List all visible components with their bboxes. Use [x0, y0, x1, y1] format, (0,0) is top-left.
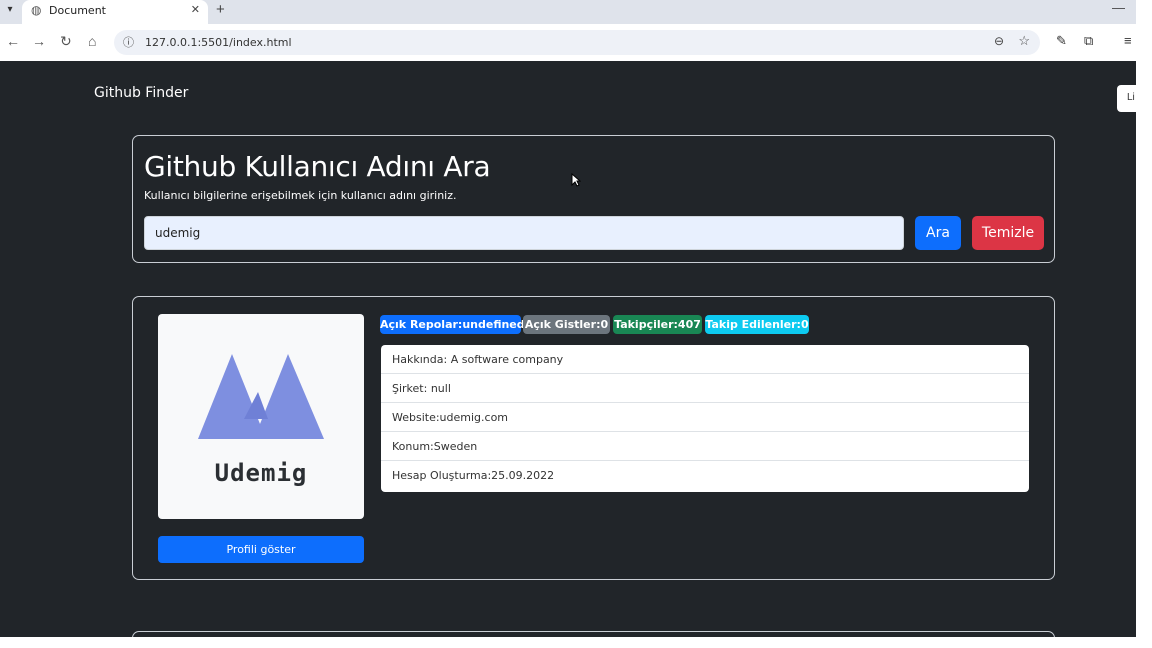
reload-icon[interactable]: ↻	[60, 33, 72, 50]
udemig-logo-icon: Udemig	[198, 354, 324, 487]
site-info-icon[interactable]: ⓘ	[123, 34, 134, 50]
profile-info-list: Hakkında: A software company Şirket: nul…	[381, 345, 1029, 492]
side-pill[interactable]: Li	[1117, 85, 1136, 112]
tab-search-chevron-icon[interactable]: ▾	[2, 2, 18, 18]
reading-list-icon[interactable]: ≡	[1124, 33, 1132, 48]
url-text: 127.0.0.1:5501/index.html	[145, 36, 292, 49]
search-card: Github Kullanıcı Adını Ara Kullanıcı bil…	[132, 135, 1055, 263]
forward-icon[interactable]: →	[32, 33, 46, 49]
screen: ▾ ◍ Document ✕ + — ← → ↻ ⌂ ⓘ 127.0.0.1:5…	[0, 0, 1152, 648]
bookmark-star-icon[interactable]: ☆	[1018, 33, 1030, 49]
gists-badge: Açık Gistler:0	[523, 315, 610, 334]
info-location: Konum:Sweden	[381, 432, 1029, 461]
minimize-icon[interactable]: —	[1112, 0, 1125, 15]
back-icon[interactable]: ←	[6, 33, 20, 49]
tab-title: Document	[49, 4, 106, 17]
username-search-input[interactable]	[144, 216, 904, 250]
browser-tab[interactable]: ◍ Document ✕	[22, 0, 208, 24]
extensions-icon[interactable]: ⧉	[1084, 33, 1093, 49]
new-tab-icon[interactable]: +	[216, 1, 225, 18]
search-title: Github Kullanıcı Adını Ara	[144, 150, 491, 183]
eyedropper-icon[interactable]: ✎	[1056, 33, 1067, 49]
following-badge: Takip Edilenler:0	[705, 315, 809, 334]
next-card	[132, 631, 1055, 637]
navbar-brand[interactable]: Github Finder	[94, 85, 188, 101]
repos-badge: Açık Repolar:undefined	[380, 315, 525, 334]
clear-button[interactable]: Temizle	[972, 216, 1044, 250]
info-website: Website:udemig.com	[381, 403, 1029, 432]
profile-card: Udemig Profili göster Açık Repolar:undef…	[132, 296, 1055, 580]
page-content: Github Finder Li Github Kullanıcı Adını …	[0, 61, 1136, 637]
search-button[interactable]: Ara	[915, 216, 961, 250]
browser-tab-bar: ▾ ◍ Document ✕ + —	[0, 0, 1136, 24]
avatar: Udemig	[158, 314, 364, 519]
address-bar[interactable]: ⓘ 127.0.0.1:5501/index.html ⊖ ☆	[114, 30, 1040, 55]
home-icon[interactable]: ⌂	[88, 33, 96, 49]
browser-toolbar: ← → ↻ ⌂ ⓘ 127.0.0.1:5501/index.html ⊖ ☆ …	[0, 24, 1136, 61]
search-subtitle: Kullanıcı bilgilerine erişebilmek için k…	[144, 189, 457, 202]
info-created: Hesap Oluşturma:25.09.2022	[392, 469, 555, 482]
close-icon[interactable]: ✕	[191, 3, 200, 16]
mouse-cursor-icon	[571, 173, 581, 187]
show-profile-button[interactable]: Profili göster	[158, 536, 364, 563]
avatar-logo-text: Udemig	[215, 459, 308, 487]
followers-badge: Takipçiler:407	[613, 315, 702, 334]
zoom-icon[interactable]: ⊖	[994, 34, 1004, 48]
info-company: Şirket: null	[381, 374, 1029, 403]
info-about: Hakkında: A software company	[381, 345, 1029, 374]
globe-icon: ◍	[31, 3, 42, 17]
